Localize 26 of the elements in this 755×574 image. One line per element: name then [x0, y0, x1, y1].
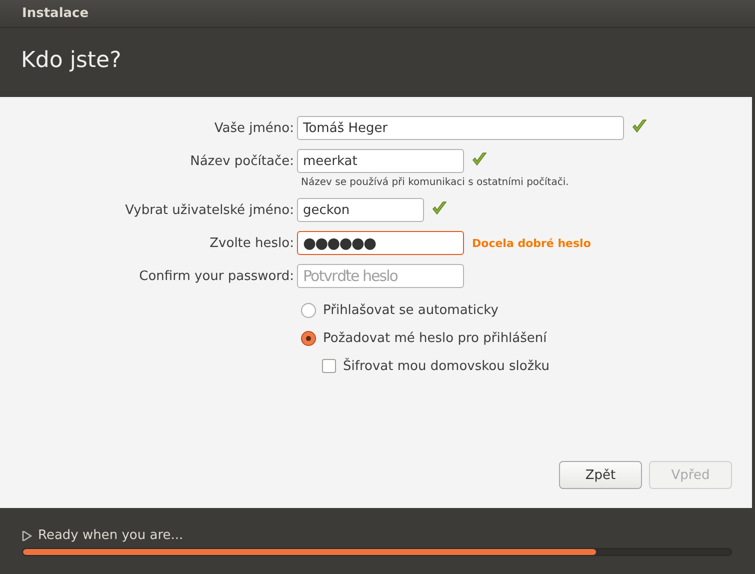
field-label: Název počítače: [189, 154, 295, 168]
field-label: Vybrat uživatelské jméno: [124, 202, 295, 218]
radio-button[interactable] [301, 330, 316, 346]
expander-icon[interactable] [22, 530, 32, 540]
window-title: Instalace [0, 0, 755, 28]
login-option[interactable]: Přihlašovat se automaticky [301, 299, 752, 321]
field-label: Confirm your password: [138, 268, 295, 284]
field-label: Zvolte heslo: [208, 236, 295, 250]
field-hint: Název se používá při komunikaci s ostatními počítači. [301, 177, 570, 188]
text-field[interactable]: Tomáš Heger [297, 116, 624, 140]
checkmark-icon [631, 118, 648, 134]
password-strength: Docela dobré heslo [472, 236, 591, 250]
encrypt-option[interactable]: Šifrovat mou domovskou složku [322, 355, 752, 377]
radio-button[interactable] [301, 302, 316, 318]
text-field[interactable]: geckon [297, 198, 424, 222]
text-field[interactable]: meerkat [297, 149, 464, 173]
field-label: Vaše jméno: [213, 120, 295, 136]
checkbox[interactable] [322, 359, 336, 373]
login-option[interactable]: Požadovat mé heslo pro přihlášení [301, 327, 752, 349]
status-text: Ready when you are... [38, 528, 184, 543]
page-heading: Kdo jste? [20, 47, 122, 75]
checkmark-icon [431, 200, 448, 216]
checkmark-icon [471, 150, 488, 168]
password-field[interactable]: ●●●●●● [297, 231, 464, 255]
password-field[interactable]: Potvrďte heslo [297, 264, 464, 288]
back-button[interactable]: Zpět [559, 461, 642, 489]
